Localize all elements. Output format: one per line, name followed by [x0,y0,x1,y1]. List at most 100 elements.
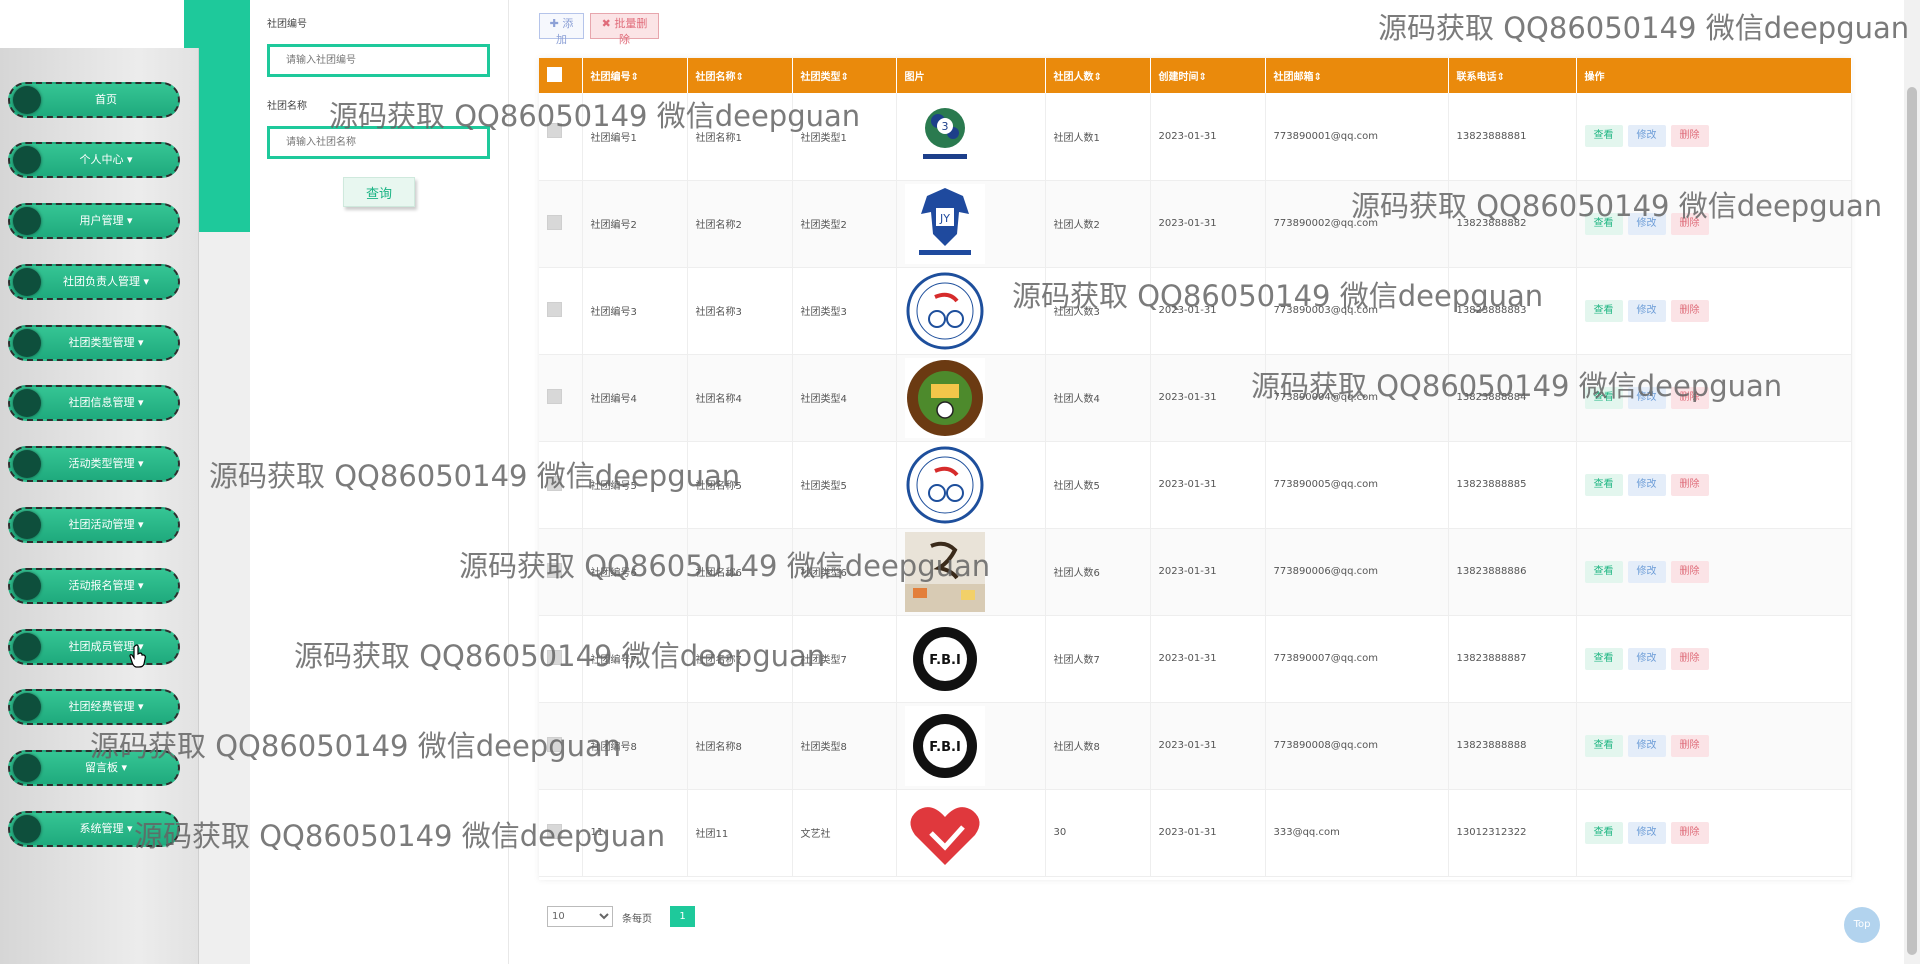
view-button[interactable]: 查看 [1584,821,1623,844]
row-checkbox-cell[interactable] [539,441,583,529]
row-checkbox-cell[interactable] [539,180,583,268]
row-checkbox-cell[interactable] [539,528,583,616]
row-checkbox[interactable] [547,736,562,752]
row-checkbox-cell[interactable] [539,267,583,355]
edit-button[interactable]: 修改 [1627,821,1666,844]
header-club-name[interactable]: 社团名称⇕ [687,58,793,93]
row-checkbox[interactable] [547,562,562,578]
header-email[interactable]: 社团邮箱⇕ [1265,58,1449,93]
delete-button[interactable]: 删除 [1670,647,1709,670]
edit-button[interactable]: 修改 [1627,212,1666,235]
sidebar-item-label: 社团负责人管理 ▾ [62,275,150,288]
header-club-code[interactable]: 社团编号⇕ [582,58,688,93]
sidebar-item-label: 活动报名管理 ▾ [68,579,144,592]
header-created-time[interactable]: 创建时间⇕ [1150,58,1266,93]
cell-club-code: 社团编号8 [582,702,688,790]
cell-club-type: 社团类型5 [792,441,897,529]
scrollbar-thumb[interactable] [1907,87,1917,955]
sidebar-item-club-funds-management[interactable]: 社团经费管理 ▾ [8,689,180,725]
row-checkbox[interactable] [547,214,562,230]
cell-created-time: 2023-01-31 [1150,789,1266,877]
view-button[interactable]: 查看 [1584,299,1623,322]
sidebar-item-club-leader-management[interactable]: 社团负责人管理 ▾ [8,264,180,300]
delete-button[interactable]: 删除 [1670,125,1709,148]
cell-club-code: 社团编号2 [582,180,688,268]
cell-club-code: 社团编号3 [582,267,688,355]
sidebar-item-club-member-management[interactable]: 社团成员管理 ▾ [8,629,180,665]
edit-button[interactable]: 修改 [1627,125,1666,148]
edit-button[interactable]: 修改 [1627,473,1666,496]
page-scrollbar[interactable] [1904,0,1920,964]
row-checkbox[interactable] [547,475,562,491]
delete-button[interactable]: 删除 [1670,299,1709,322]
view-button[interactable]: 查看 [1584,125,1623,148]
gutter [198,232,250,964]
club-name-input[interactable] [267,126,490,159]
query-button[interactable]: 查询 [343,177,415,207]
delete-button[interactable]: 删除 [1670,386,1709,409]
sidebar-item-club-info-management[interactable]: 社团信息管理 ▾ [8,385,180,421]
sidebar-item-message-board[interactable]: 留言板 ▾ [8,750,180,786]
cell-actions: 查看 修改 删除 [1576,789,1852,877]
header-club-type[interactable]: 社团类型⇕ [792,58,897,93]
select-all-header[interactable] [539,58,583,93]
batch-delete-button[interactable]: ✖ 批量删除 [590,13,659,46]
cell-created-time: 2023-01-31 [1150,93,1266,181]
header-phone[interactable]: 联系电话⇕ [1448,58,1577,93]
edit-button[interactable]: 修改 [1627,560,1666,583]
menu-bullet-icon [13,207,41,235]
view-button[interactable]: 查看 [1584,473,1623,496]
sidebar-item-club-activity-management[interactable]: 社团活动管理 ▾ [8,507,180,543]
row-checkbox-cell[interactable] [539,789,583,877]
edit-button[interactable]: 修改 [1627,734,1666,757]
delete-button[interactable]: 删除 [1670,212,1709,235]
select-all-checkbox[interactable] [547,66,562,82]
back-to-top-button[interactable]: Top [1844,907,1880,943]
cell-phone: 13823888888 [1448,702,1577,790]
cell-club-type: 社团类型6 [792,528,897,616]
sidebar-item-personal-center[interactable]: 个人中心 ▾ [8,142,180,178]
row-checkbox[interactable] [547,301,562,317]
page-size-select[interactable]: 10 [547,906,613,927]
row-checkbox[interactable] [547,649,562,665]
add-button[interactable]: ✚ 添加 [539,13,584,46]
delete-button[interactable]: 删除 [1670,473,1709,496]
view-button[interactable]: 查看 [1584,212,1623,235]
sidebar-item-home[interactable]: 首页 [8,82,180,118]
cell-club-name: 社团名称7 [687,615,793,703]
sidebar-item-club-type-management[interactable]: 社团类型管理 ▾ [8,325,180,361]
edit-button[interactable]: 修改 [1627,299,1666,322]
sidebar-item-user-management[interactable]: 用户管理 ▾ [8,203,180,239]
row-checkbox-cell[interactable] [539,615,583,703]
page-number-button[interactable]: 1 [670,906,695,927]
delete-button[interactable]: 删除 [1670,821,1709,844]
edit-button[interactable]: 修改 [1627,386,1666,409]
delete-button[interactable]: 删除 [1670,560,1709,583]
row-checkbox-cell[interactable] [539,354,583,442]
row-checkbox[interactable] [547,823,562,839]
sidebar-item-label: 社团类型管理 ▾ [68,336,144,349]
view-button[interactable]: 查看 [1584,560,1623,583]
eagle-crest-logo-icon: JY [904,183,985,264]
svg-text:F.B.I: F.B.I [929,653,961,668]
cycling-club-logo-icon [904,444,985,525]
sidebar-item-activity-type-management[interactable]: 活动类型管理 ▾ [8,446,180,482]
header-member-count[interactable]: 社团人数⇕ [1045,58,1151,93]
cell-member-count: 社团人数8 [1045,702,1151,790]
delete-button[interactable]: 删除 [1670,734,1709,757]
table-row: 社团编号4 社团名称4 社团类型4 社团人数4 2023-01-31 77389… [539,354,1852,442]
view-button[interactable]: 查看 [1584,647,1623,670]
view-button[interactable]: 查看 [1584,734,1623,757]
sidebar-item-activity-signup-management[interactable]: 活动报名管理 ▾ [8,568,180,604]
view-button[interactable]: 查看 [1584,386,1623,409]
row-checkbox[interactable] [547,123,562,138]
edit-button[interactable]: 修改 [1627,647,1666,670]
row-checkbox-cell[interactable] [539,702,583,790]
row-checkbox-cell[interactable] [539,93,583,181]
sidebar-item-label: 用户管理 ▾ [79,214,133,227]
sidebar-item-system-management[interactable]: 系统管理 ▾ [8,811,180,847]
club-code-input[interactable] [267,44,490,77]
row-checkbox[interactable] [547,388,562,404]
cell-club-name: 社团名称2 [687,180,793,268]
cell-club-type: 社团类型7 [792,615,897,703]
